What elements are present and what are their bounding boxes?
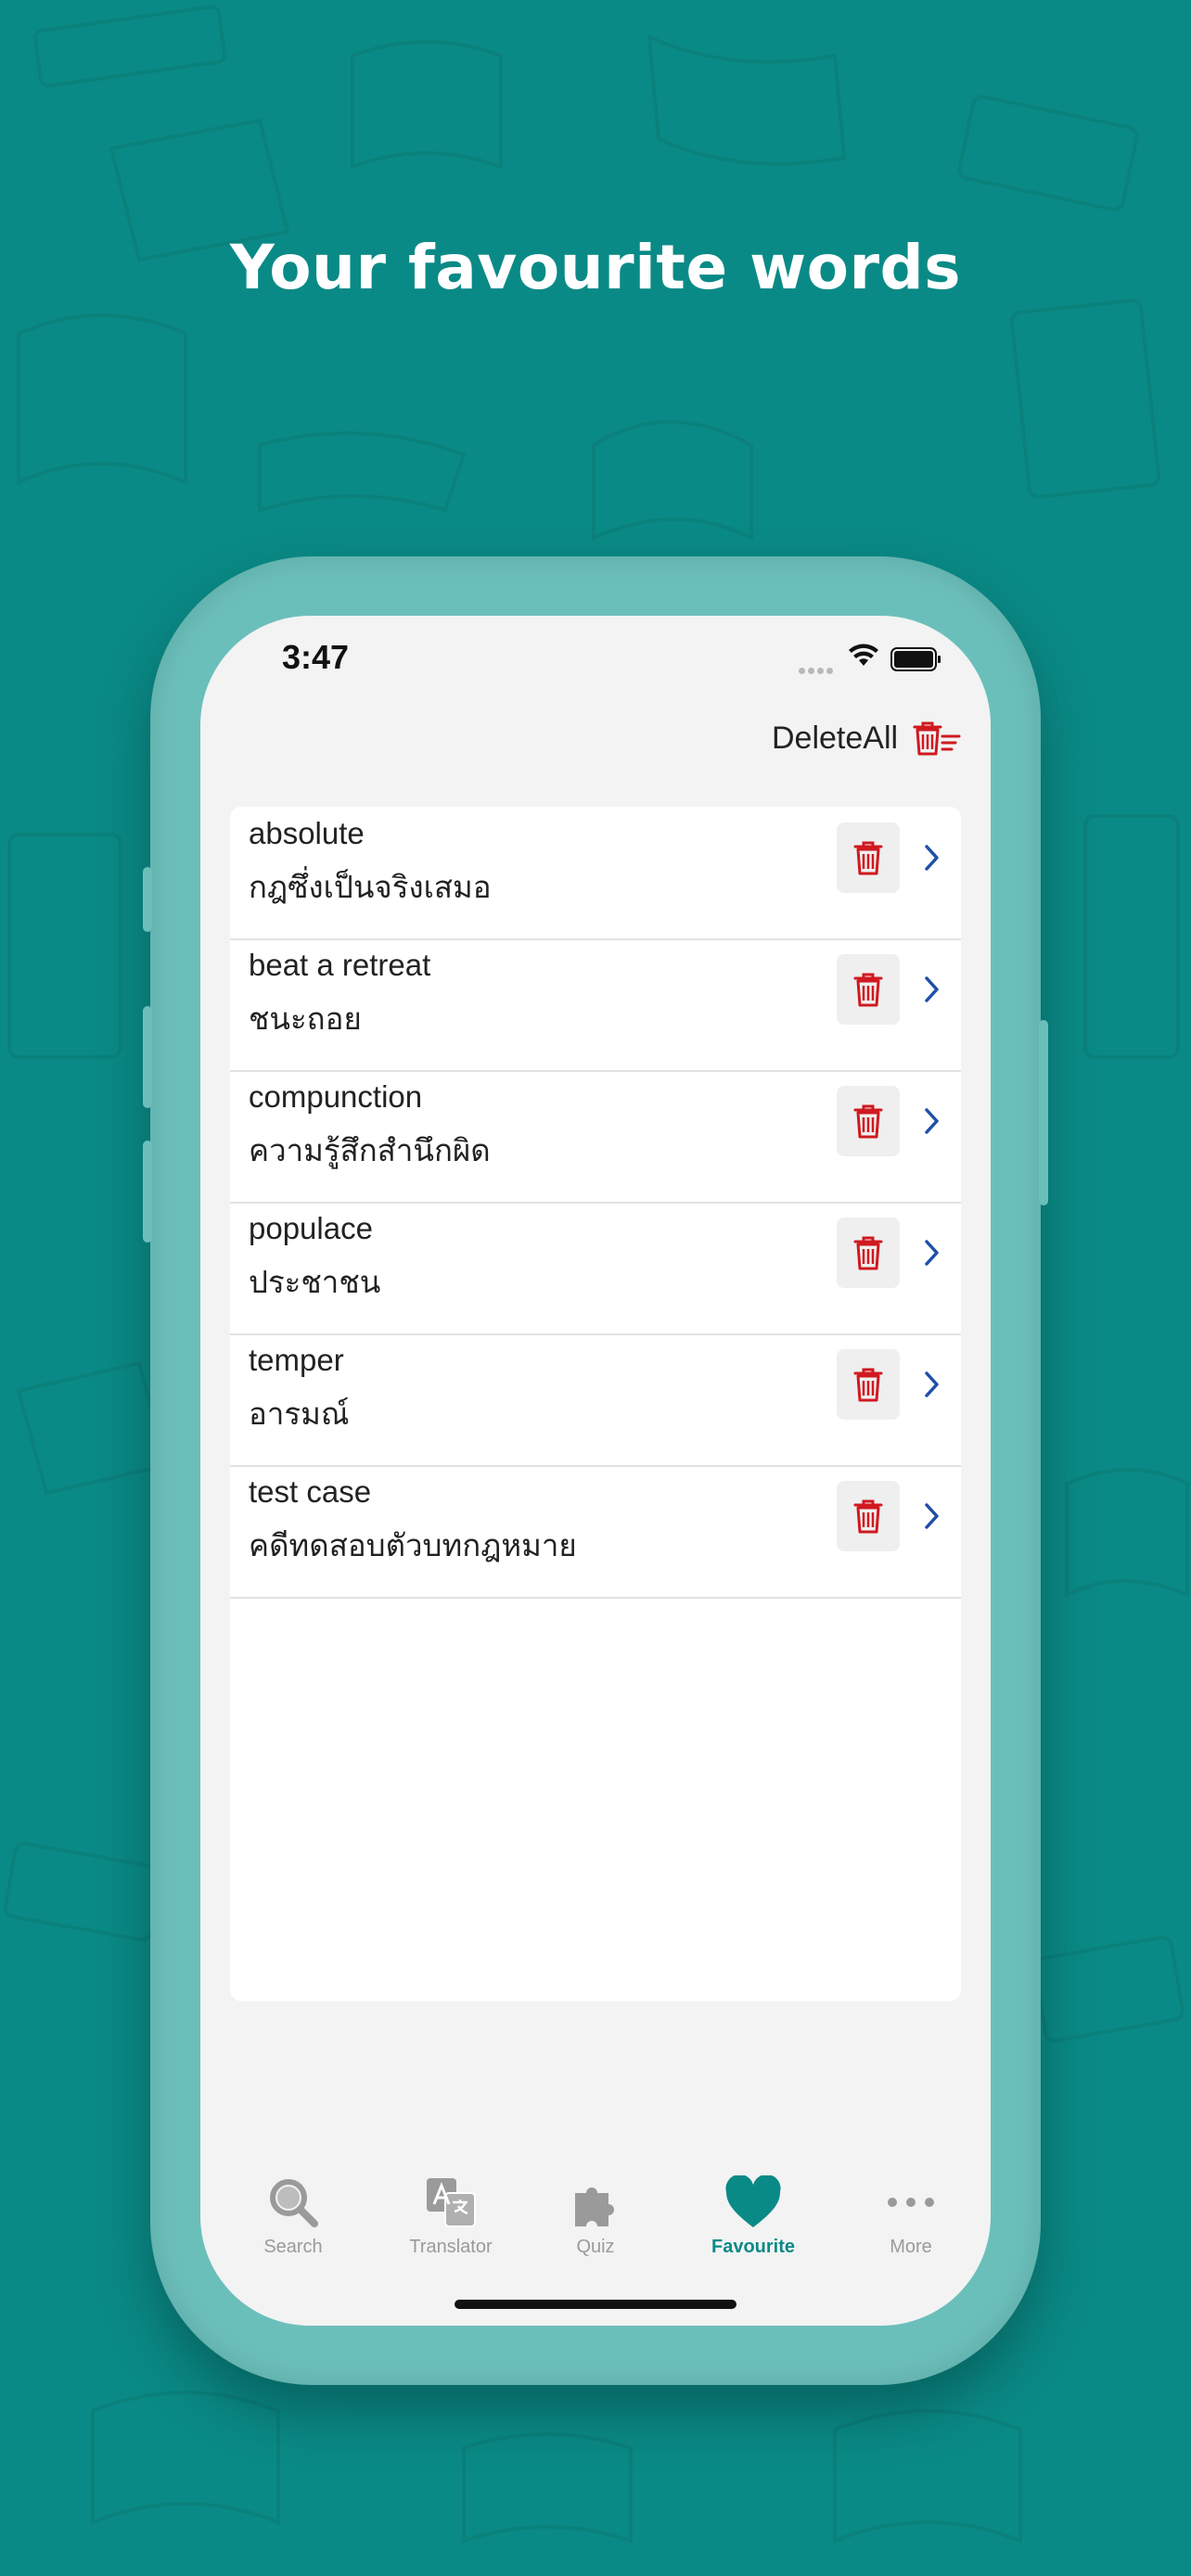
chevron-right-icon[interactable] bbox=[924, 1502, 941, 1530]
chevron-right-icon[interactable] bbox=[924, 1107, 941, 1135]
chevron-right-icon[interactable] bbox=[924, 1371, 941, 1398]
translation-label: คดีทดสอบตัวบทกฎหมาย bbox=[249, 1528, 577, 1562]
puzzle-icon bbox=[575, 2187, 614, 2226]
heart-icon bbox=[725, 2175, 781, 2227]
translation-label: ประชาชน bbox=[249, 1265, 381, 1299]
phone-power-button bbox=[1039, 1020, 1048, 1205]
list-item[interactable]: temper อารมณ์ bbox=[230, 1333, 961, 1467]
trash-icon bbox=[853, 973, 883, 1007]
tab-quiz-label: Quiz bbox=[576, 2237, 615, 2257]
tab-favourite-label: Favourite bbox=[711, 2237, 796, 2257]
headline: Your favourite words bbox=[229, 232, 962, 303]
word-label: beat a retreat bbox=[249, 948, 431, 982]
list-item[interactable]: test case คดีทดสอบตัวบทกฎหมาย bbox=[230, 1465, 961, 1599]
phone-side-button bbox=[143, 867, 152, 932]
trash-icon bbox=[853, 1104, 883, 1139]
phone-volume-up bbox=[143, 1006, 152, 1108]
chevron-right-icon[interactable] bbox=[924, 844, 941, 872]
tab-favourite[interactable]: Favourite bbox=[688, 2174, 818, 2276]
delete-all-button[interactable]: DeleteAll bbox=[772, 718, 961, 759]
tab-quiz[interactable]: Quiz bbox=[531, 2174, 660, 2276]
chevron-right-icon[interactable] bbox=[924, 976, 941, 1003]
list-item[interactable]: absolute กฎซึ่งเป็นจริงเสมอ bbox=[230, 807, 961, 940]
tab-bar: Search Translator Quiz Favourite More bbox=[200, 2174, 991, 2285]
word-label: test case bbox=[249, 1474, 372, 1509]
tab-translator-label: Translator bbox=[409, 2237, 493, 2257]
search-icon bbox=[270, 2179, 318, 2227]
delete-button[interactable] bbox=[837, 1086, 900, 1156]
word-label: compunction bbox=[249, 1079, 423, 1114]
translator-icon bbox=[427, 2178, 476, 2227]
translation-label: อารมณ์ bbox=[249, 1396, 350, 1431]
trash-icon bbox=[853, 1499, 883, 1534]
word-label: populace bbox=[249, 1211, 373, 1245]
delete-button[interactable] bbox=[837, 1218, 900, 1288]
translation-label: ความรู้สึกสำนึกผิด bbox=[249, 1133, 491, 1167]
wifi-icon bbox=[849, 644, 878, 666]
list-item[interactable]: beat a retreat ชนะถอย bbox=[230, 938, 961, 1072]
home-indicator[interactable] bbox=[455, 2300, 736, 2309]
list-item[interactable]: compunction ความรู้สึกสำนึกผิด bbox=[230, 1070, 961, 1204]
cellular-signal-icon bbox=[799, 662, 836, 679]
delete-all-icon bbox=[911, 720, 961, 757]
phone-volume-down bbox=[143, 1141, 152, 1243]
delete-button[interactable] bbox=[837, 954, 900, 1025]
more-dots-icon bbox=[888, 2198, 934, 2207]
tab-translator[interactable]: Translator bbox=[386, 2174, 516, 2276]
list-item[interactable]: populace ประชาชน bbox=[230, 1202, 961, 1335]
trash-icon bbox=[853, 841, 883, 875]
delete-button[interactable] bbox=[837, 1349, 900, 1420]
tab-search-label: Search bbox=[263, 2237, 323, 2257]
favourites-list: absolute กฎซึ่งเป็นจริงเสมอ beat a retre… bbox=[230, 807, 961, 2001]
translation-label: กฎซึ่งเป็นจริงเสมอ bbox=[249, 870, 492, 904]
translation-label: ชนะถอย bbox=[249, 1001, 362, 1036]
status-time: 3:47 bbox=[282, 638, 350, 676]
app-screen: 3:47 DeleteAll absolute กฎซึ่งเป็นจริงเส… bbox=[200, 616, 991, 2326]
tab-search[interactable]: Search bbox=[228, 2174, 358, 2276]
delete-button[interactable] bbox=[837, 823, 900, 893]
trash-icon bbox=[853, 1368, 883, 1402]
trash-icon bbox=[853, 1236, 883, 1270]
chevron-right-icon[interactable] bbox=[924, 1239, 941, 1267]
delete-all-label: DeleteAll bbox=[772, 720, 899, 756]
tab-more-label: More bbox=[890, 2237, 932, 2257]
tab-more[interactable]: More bbox=[846, 2174, 976, 2276]
delete-button[interactable] bbox=[837, 1481, 900, 1551]
battery-icon bbox=[890, 647, 941, 671]
word-label: absolute bbox=[249, 816, 365, 850]
word-label: temper bbox=[249, 1343, 344, 1377]
